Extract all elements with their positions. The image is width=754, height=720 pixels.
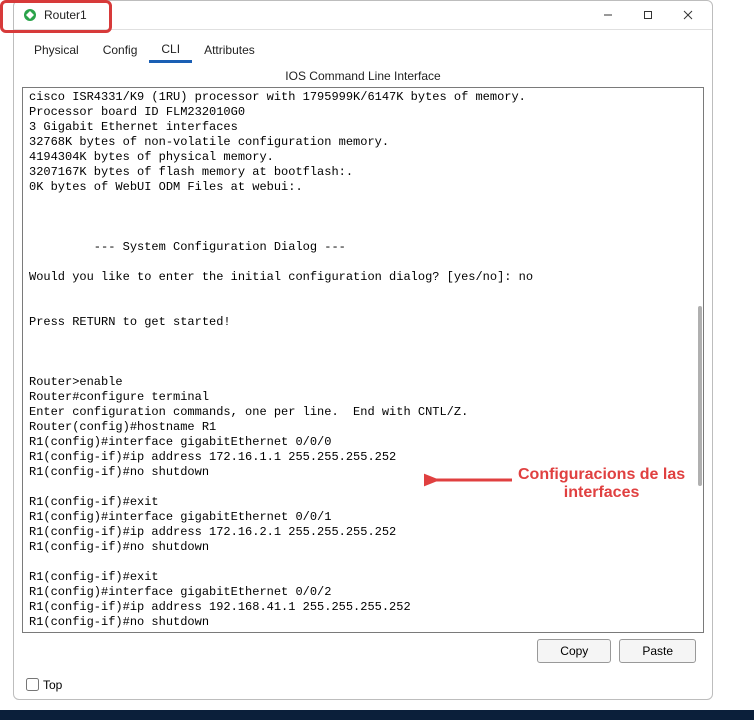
panel-title: IOS Command Line Interface — [14, 63, 712, 87]
window-title: Router1 — [44, 8, 588, 22]
footer: Top — [14, 669, 712, 700]
maximize-button[interactable] — [628, 1, 668, 29]
tab-attributes[interactable]: Attributes — [192, 39, 267, 63]
minimize-button[interactable] — [588, 1, 628, 29]
paste-button[interactable]: Paste — [619, 639, 696, 663]
tab-config[interactable]: Config — [91, 39, 150, 63]
cli-output-box[interactable]: cisco ISR4331/K9 (1RU) processor with 17… — [22, 87, 704, 633]
app-icon — [22, 7, 38, 23]
top-checkbox[interactable] — [26, 678, 39, 691]
titlebar: Router1 — [14, 1, 712, 30]
tab-bar: Physical Config CLI Attributes — [14, 38, 712, 63]
router-window: Router1 Physical Config CLI Attributes I… — [13, 0, 713, 700]
top-label: Top — [43, 678, 62, 692]
tab-physical[interactable]: Physical — [22, 39, 91, 63]
cli-output-text[interactable]: cisco ISR4331/K9 (1RU) processor with 17… — [23, 88, 703, 632]
close-button[interactable] — [668, 1, 708, 29]
background-strip — [0, 710, 754, 720]
tab-cli[interactable]: CLI — [149, 38, 192, 63]
scrollbar-thumb[interactable] — [698, 306, 702, 486]
cli-panel: cisco ISR4331/K9 (1RU) processor with 17… — [22, 87, 704, 663]
cli-button-row: Copy Paste — [30, 639, 696, 663]
copy-button[interactable]: Copy — [537, 639, 611, 663]
